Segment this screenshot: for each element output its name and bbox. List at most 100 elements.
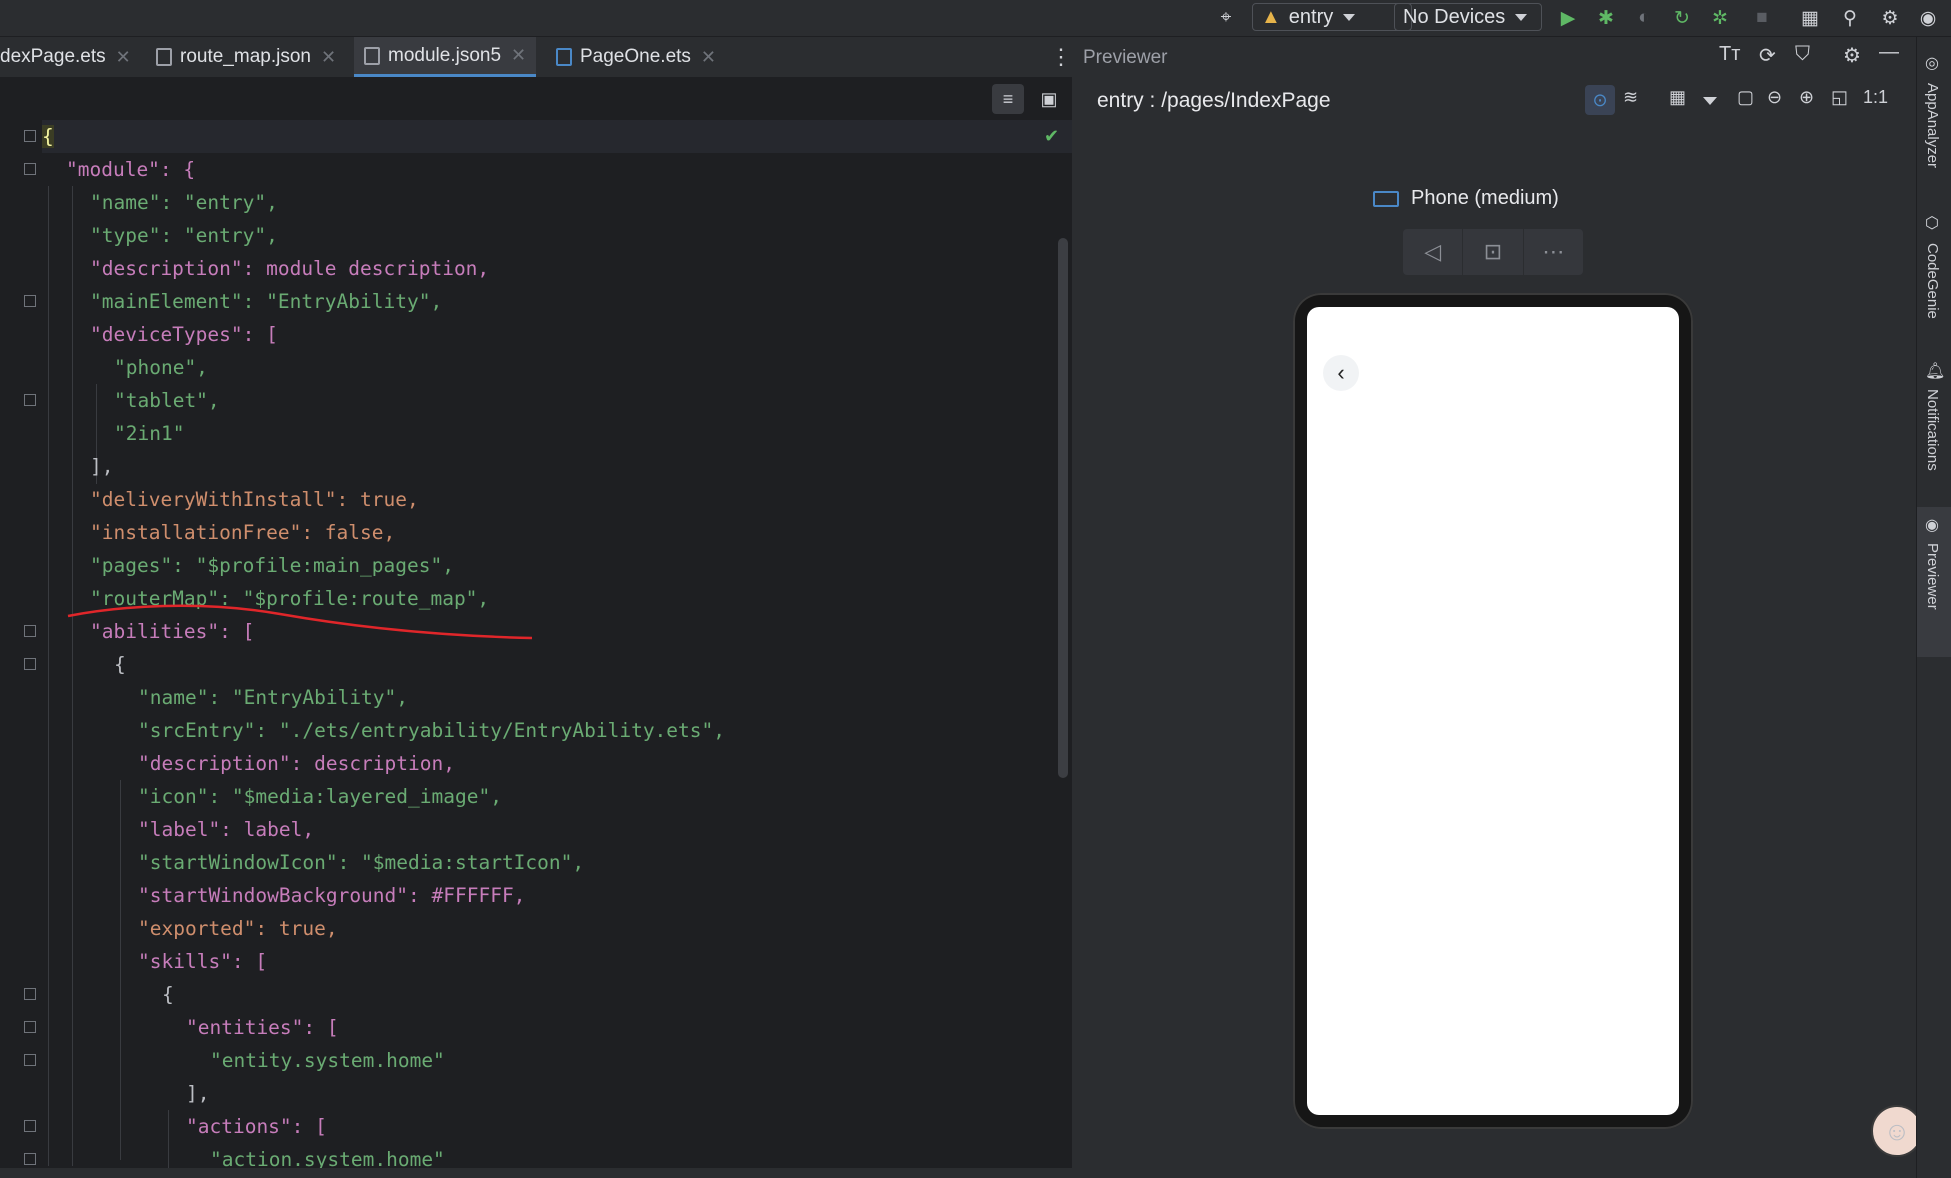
previewer-panel: Previewer Tт ⟳ ⛉ ⚙ — entry : /pages/Inde…: [1073, 37, 1923, 1178]
tab-label: dexPage.ets: [0, 46, 106, 67]
bell-icon[interactable]: 🔔︎: [1925, 361, 1945, 381]
device-label: Phone (medium): [1411, 187, 1559, 209]
attach-debugger-icon[interactable]: ✲: [1706, 4, 1734, 32]
tab-pageone[interactable]: PageOne.ets ✕: [556, 37, 716, 77]
app-analyzer-icon[interactable]: ◎: [1925, 53, 1939, 73]
close-icon[interactable]: ✕: [321, 47, 336, 68]
code-line: "description": description,: [138, 752, 455, 775]
fold-icon[interactable]: [24, 1120, 36, 1132]
code-line: "description": module description,: [90, 257, 490, 280]
eye-icon[interactable]: ◉: [1925, 515, 1939, 535]
indent-guide: [120, 780, 121, 1160]
back-icon[interactable]: ◁: [1403, 229, 1464, 275]
search-icon[interactable]: ⚲: [1836, 4, 1864, 32]
code-line: "startWindowIcon": "$media:startIcon",: [138, 851, 585, 874]
run-icon[interactable]: ▶: [1554, 4, 1582, 32]
indent-guide: [72, 186, 73, 1166]
tab-route-map[interactable]: route_map.json ✕: [156, 37, 336, 77]
code-line: "name": "EntryAbility",: [138, 686, 409, 709]
more-tabs-icon[interactable]: ⋮: [1050, 37, 1072, 77]
fold-icon[interactable]: [24, 1153, 36, 1165]
fold-icon[interactable]: [24, 1021, 36, 1033]
component-tree-icon[interactable]: ⊙: [1585, 85, 1615, 115]
stop-icon[interactable]: ■: [1748, 4, 1776, 32]
tab-module-json5[interactable]: module.json5 ✕: [354, 37, 537, 77]
tab-indexpage[interactable]: dexPage.ets ✕: [0, 37, 131, 77]
layers-icon[interactable]: ≋: [1623, 87, 1638, 108]
inspector-icon[interactable]: ⛉: [1795, 43, 1810, 66]
more-icon[interactable]: ⋯: [1524, 229, 1583, 275]
code-line: "2in1": [114, 422, 185, 445]
code-line: "deliveryWithInstall": true,: [90, 488, 419, 511]
editor-subbar: ≡ ▣: [0, 78, 1072, 120]
actual-size-icon[interactable]: 1:1: [1863, 87, 1888, 108]
device-dropdown[interactable]: No Devices: [1394, 3, 1542, 31]
project-structure-icon[interactable]: ▦: [1796, 4, 1824, 32]
code-line: "type": "entry",: [90, 224, 278, 247]
tool-notifications[interactable]: Notifications: [1924, 389, 1941, 471]
phone-screen[interactable]: ‹: [1307, 307, 1679, 1115]
code-line: "module": {: [66, 158, 196, 181]
close-icon[interactable]: ✕: [511, 45, 526, 66]
profile-icon[interactable]: ◐: [1630, 4, 1658, 32]
vertical-scrollbar[interactable]: [1058, 238, 1068, 778]
fold-icon[interactable]: [24, 394, 36, 406]
chevron-down-icon: [1515, 13, 1528, 21]
settings-icon[interactable]: ⚙: [1843, 43, 1861, 68]
close-icon[interactable]: ✕: [116, 47, 131, 68]
chevron-down-icon[interactable]: [1703, 97, 1717, 105]
fold-icon[interactable]: [24, 625, 36, 637]
tab-label: PageOne.ets: [580, 46, 691, 67]
json-file-icon: [156, 48, 172, 66]
code-line: {: [162, 983, 174, 1006]
minimize-icon[interactable]: —: [1879, 41, 1899, 64]
zoom-out-icon[interactable]: ⊖: [1767, 87, 1782, 108]
code-view-icon[interactable]: ≡: [992, 84, 1024, 114]
code-line: "actions": [: [186, 1115, 327, 1138]
fit-screen-icon[interactable]: ◱: [1831, 87, 1848, 108]
fold-icon[interactable]: [24, 295, 36, 307]
code-line: "skills": [: [138, 950, 268, 973]
grid-icon[interactable]: ▦: [1669, 87, 1686, 108]
fold-icon[interactable]: [24, 130, 36, 142]
settings-icon[interactable]: ⚙: [1876, 4, 1904, 32]
tool-codegenie[interactable]: CodeGenie: [1924, 243, 1941, 319]
target-icon[interactable]: ⌖: [1212, 4, 1240, 32]
tool-appanalyzer[interactable]: AppAnalyzer: [1924, 83, 1941, 168]
main-toolbar: ⌖ ▲ entry No Devices ▶ ✱ ◐ ↻ ✲ ■ ▦ ⚲ ⚙ ◉: [0, 0, 1951, 37]
fold-icon[interactable]: [24, 988, 36, 1000]
code-line: "pages": "$profile:main_pages",: [90, 554, 454, 577]
crop-icon[interactable]: ▢: [1737, 87, 1754, 108]
back-button[interactable]: ‹: [1323, 355, 1359, 391]
code-line: "icon": "$media:layered_image",: [138, 785, 502, 808]
rotate-icon[interactable]: ⊡: [1463, 229, 1524, 275]
code-line: "entities": [: [186, 1016, 339, 1039]
chevron-down-icon: [1343, 13, 1356, 21]
previewer-header: Previewer Tт ⟳ ⛉ ⚙ —: [1073, 37, 1916, 77]
fold-icon[interactable]: [24, 163, 36, 175]
tab-label: route_map.json: [180, 46, 311, 67]
preview-view-icon[interactable]: ▣: [1034, 84, 1064, 114]
codegenie-icon[interactable]: ⬡: [1925, 213, 1939, 233]
tool-previewer[interactable]: Previewer: [1924, 543, 1941, 610]
debug-icon[interactable]: ✱: [1592, 4, 1620, 32]
sync-icon[interactable]: ↻: [1668, 4, 1696, 32]
font-size-icon[interactable]: Tт: [1719, 43, 1740, 66]
device-label-row[interactable]: Phone (medium): [1373, 187, 1559, 210]
zoom-in-icon[interactable]: ⊕: [1799, 87, 1814, 108]
code-line: "srcEntry": "./ets/entryability/EntryAbi…: [138, 719, 725, 742]
fold-icon[interactable]: [24, 658, 36, 670]
indent-guide: [48, 186, 49, 1166]
fold-icon[interactable]: [24, 1054, 36, 1066]
account-icon[interactable]: ◉: [1914, 4, 1942, 32]
close-icon[interactable]: ✕: [701, 47, 716, 68]
code-line: "action.system.home": [210, 1148, 445, 1168]
editor-gutter: [0, 120, 42, 1168]
code-line: {: [42, 125, 54, 148]
code-line: "deviceTypes": [: [90, 323, 278, 346]
code-line: "tablet",: [114, 389, 220, 412]
code-line: ],: [186, 1082, 210, 1105]
run-config-dropdown[interactable]: ▲ entry: [1252, 3, 1412, 31]
code-line: "entity.system.home": [210, 1049, 445, 1072]
refresh-icon[interactable]: ⟳: [1759, 43, 1776, 68]
